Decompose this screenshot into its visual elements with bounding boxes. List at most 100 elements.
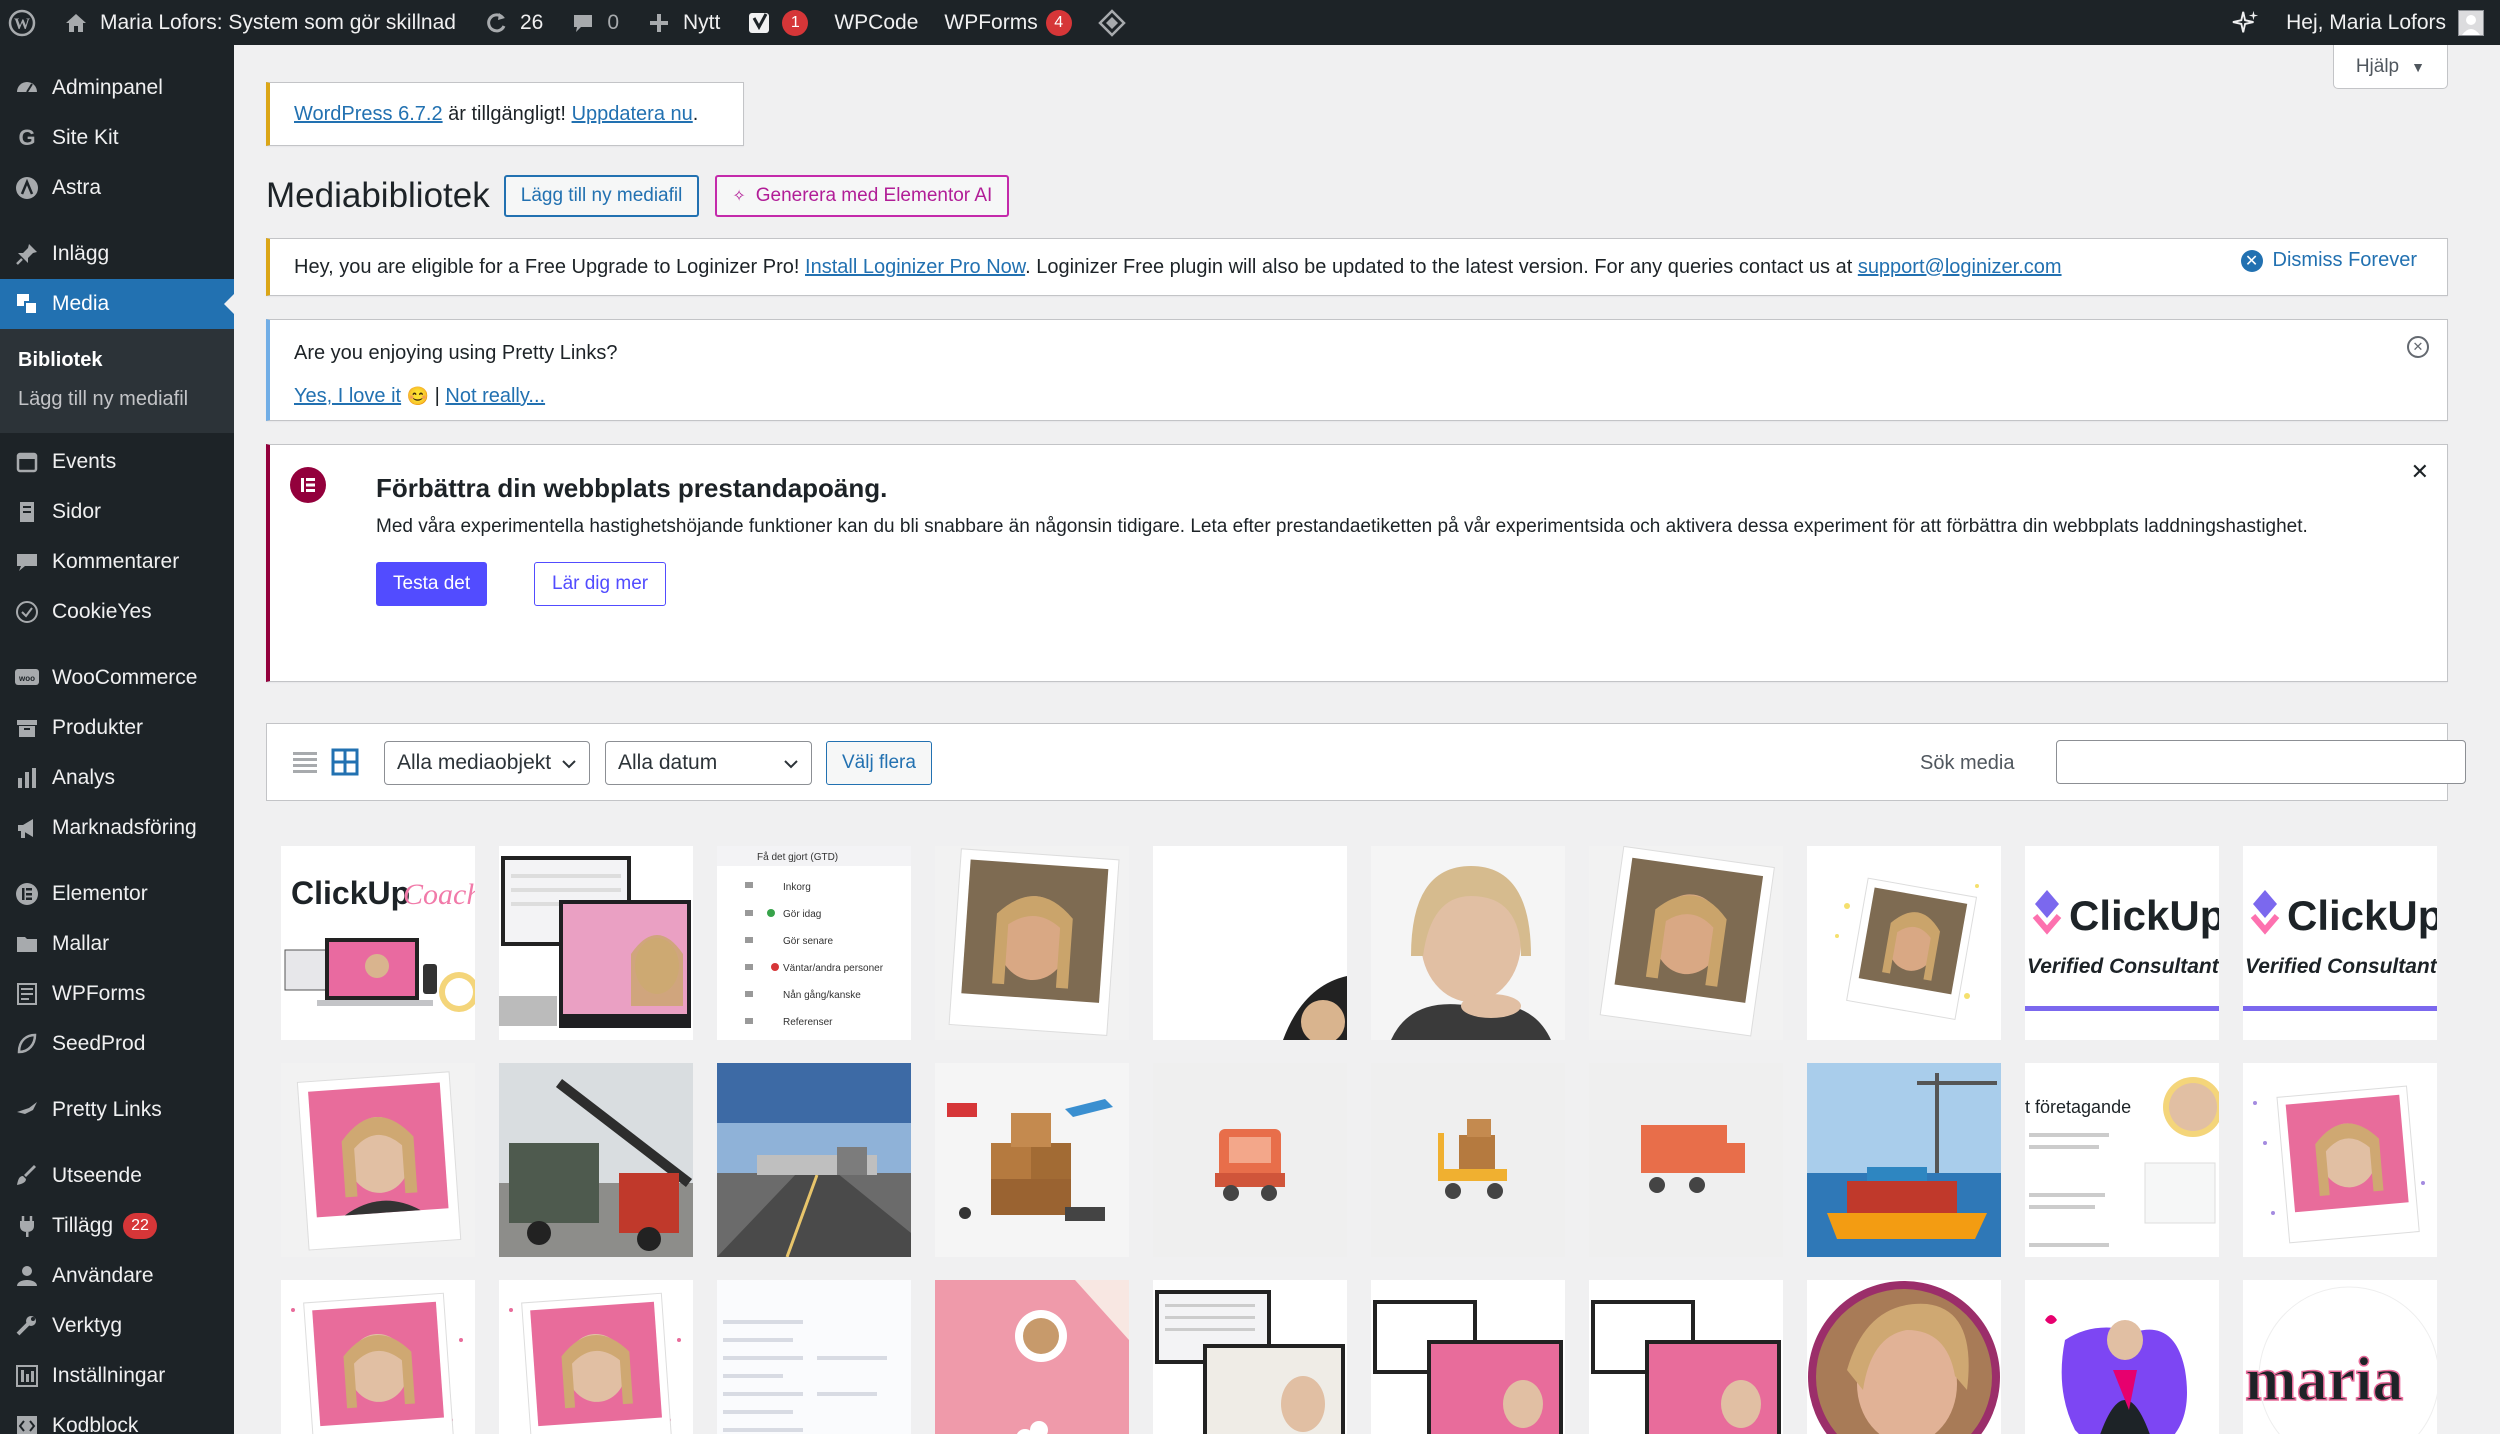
wp-logo-menu[interactable]: W bbox=[0, 0, 49, 45]
sidebar-item-kommentarer[interactable]: Kommentarer bbox=[0, 537, 234, 587]
sidebar-item-installningar[interactable]: Inställningar bbox=[0, 1351, 234, 1401]
media-item[interactable] bbox=[1371, 1280, 1565, 1434]
media-item[interactable] bbox=[717, 1063, 911, 1257]
sidebar-item-elementor[interactable]: Elementor bbox=[0, 869, 234, 919]
media-item[interactable] bbox=[499, 1280, 693, 1434]
sidebar-item-astra[interactable]: Astra bbox=[0, 163, 234, 213]
google-g-icon: G bbox=[18, 125, 36, 150]
media-item[interactable] bbox=[1589, 1280, 1783, 1434]
try-it-button[interactable]: Testa det bbox=[376, 562, 488, 606]
svg-text:W: W bbox=[14, 16, 30, 33]
not-really-link[interactable]: Not really... bbox=[445, 385, 545, 407]
media-item[interactable] bbox=[1589, 1063, 1783, 1257]
comments-menu[interactable]: 0 bbox=[556, 0, 632, 45]
search-media-input[interactable] bbox=[2056, 740, 2466, 784]
close-icon[interactable]: ✕ bbox=[2411, 459, 2429, 485]
media-item[interactable]: ClickUp Verified Consultant bbox=[2243, 846, 2437, 1040]
media-item[interactable] bbox=[1153, 1280, 1347, 1434]
add-media-button[interactable]: Lägg till ny mediafil bbox=[503, 175, 700, 217]
sidebar-item-marknadsforing[interactable]: Marknadsföring bbox=[0, 803, 234, 853]
close-notice-icon[interactable]: ✕ bbox=[2407, 336, 2429, 358]
media-item[interactable] bbox=[1807, 1063, 2001, 1257]
diamond-menu[interactable] bbox=[1085, 0, 1139, 45]
sidebar-item-label: Astra bbox=[52, 176, 102, 199]
install-loginizer-link[interactable]: Install Loginizer Pro Now bbox=[805, 256, 1025, 278]
media-item[interactable] bbox=[1153, 1063, 1347, 1257]
my-account-menu[interactable]: Hej, Maria Lofors bbox=[2273, 0, 2500, 45]
sidebar-item-inlagg[interactable]: Inlägg bbox=[0, 229, 234, 279]
sidebar-item-tillagg[interactable]: Tillägg 22 bbox=[0, 1201, 234, 1251]
date-select[interactable]: Alla datum bbox=[605, 741, 812, 785]
sidebar-item-woocommerce[interactable]: woo WooCommerce bbox=[0, 653, 234, 703]
media-item[interactable] bbox=[281, 1063, 475, 1257]
sidebar-item-utseende[interactable]: Utseende bbox=[0, 1151, 234, 1201]
media-item[interactable] bbox=[717, 1280, 911, 1434]
updates-menu[interactable]: 26 bbox=[469, 0, 556, 45]
update-now-link[interactable]: Uppdatera nu bbox=[572, 103, 693, 125]
sidebar-item-label: Marknadsföring bbox=[52, 816, 197, 839]
help-tab-button[interactable]: Hjälp ▼ bbox=[2332, 45, 2448, 89]
code-icon bbox=[14, 1413, 40, 1434]
media-item[interactable]: Få det gjort (GTD) Inkorg Gör idag Gör s… bbox=[717, 846, 911, 1040]
media-item[interactable] bbox=[935, 846, 1129, 1040]
grid-view-icon[interactable] bbox=[331, 748, 359, 781]
sidebar-item-wpforms[interactable]: WPForms bbox=[0, 969, 234, 1019]
list-view-icon[interactable] bbox=[291, 748, 319, 781]
gtd-row: Nån gång/kanske bbox=[783, 989, 861, 1001]
media-item[interactable]: ClickUp Coach bbox=[281, 846, 475, 1040]
media-item[interactable] bbox=[1807, 1280, 2001, 1434]
sidebar-item-adminpanel[interactable]: Adminpanel bbox=[0, 63, 234, 113]
site-name-menu[interactable]: Maria Lofors: System som gör skillnad bbox=[49, 0, 469, 45]
media-item[interactable] bbox=[2025, 1280, 2219, 1434]
media-item[interactable] bbox=[1807, 846, 2001, 1040]
media-item[interactable] bbox=[1153, 846, 1347, 1040]
cookie-icon bbox=[14, 599, 40, 625]
media-item[interactable] bbox=[1589, 846, 1783, 1040]
new-content-menu[interactable]: Nytt bbox=[632, 0, 733, 45]
sidebar-item-kodblock[interactable]: Kodblock bbox=[0, 1401, 234, 1434]
media-item[interactable] bbox=[499, 846, 693, 1040]
sidebar-item-events[interactable]: Events bbox=[0, 437, 234, 487]
select-multiple-button[interactable]: Välj flera bbox=[826, 741, 932, 785]
wpforms-menu[interactable]: WPForms 4 bbox=[931, 0, 1084, 45]
media-item[interactable] bbox=[935, 1063, 1129, 1257]
sidebar-item-media[interactable]: Media bbox=[0, 279, 234, 329]
sidebar-item-sitekit[interactable]: G Site Kit bbox=[0, 113, 234, 163]
media-item[interactable] bbox=[281, 1280, 475, 1434]
wpcode-menu[interactable]: WPCode bbox=[821, 0, 931, 45]
clickup-wordmark: ClickUp bbox=[291, 875, 410, 911]
submenu-bibliotek[interactable]: Bibliotek bbox=[0, 341, 234, 380]
love-it-link[interactable]: Yes, I love it bbox=[294, 385, 401, 407]
dismiss-label: Dismiss Forever bbox=[2272, 249, 2417, 271]
media-item[interactable] bbox=[1371, 846, 1565, 1040]
sidebar-item-anvandare[interactable]: Användare bbox=[0, 1251, 234, 1301]
media-item[interactable]: ClickUp Verified Consultant bbox=[2025, 846, 2219, 1040]
sidebar-item-analys[interactable]: Analys bbox=[0, 753, 234, 803]
learn-more-button[interactable]: Lär dig mer bbox=[534, 562, 667, 606]
sidebar-item-label: CookieYes bbox=[52, 600, 152, 623]
media-item[interactable]: t företagande bbox=[2025, 1063, 2219, 1257]
submenu-add-new[interactable]: Lägg till ny mediafil bbox=[0, 380, 234, 419]
sidebar-item-mallar[interactable]: Mallar bbox=[0, 919, 234, 969]
wp-version-link[interactable]: WordPress 6.7.2 bbox=[294, 103, 443, 125]
sidebar-item-cookieyes[interactable]: CookieYes bbox=[0, 587, 234, 637]
sidebar-item-verktyg[interactable]: Verktyg bbox=[0, 1301, 234, 1351]
sidebar-item-pretty-links[interactable]: Pretty Links bbox=[0, 1085, 234, 1135]
media-item[interactable] bbox=[935, 1280, 1129, 1434]
media-item[interactable] bbox=[2243, 1063, 2437, 1257]
sidebar-item-label: Användare bbox=[52, 1264, 154, 1287]
sidebar-item-sidor[interactable]: Sidor bbox=[0, 487, 234, 537]
media-item[interactable] bbox=[499, 1063, 693, 1257]
loginizer-email-link[interactable]: support@loginizer.com bbox=[1858, 256, 2062, 278]
elementor-ai-button[interactable]: ✧ Generera med Elementor AI bbox=[715, 175, 1010, 217]
media-item[interactable] bbox=[1371, 1063, 1565, 1257]
media-type-select[interactable]: Alla mediaobjekt bbox=[384, 741, 590, 785]
sidebar-item-seedprod[interactable]: SeedProd bbox=[0, 1019, 234, 1069]
sidebar-item-label: Utseende bbox=[52, 1164, 142, 1187]
dismiss-forever-button[interactable]: ✕ Dismiss Forever bbox=[2240, 249, 2417, 272]
media-item[interactable]: maria bbox=[2243, 1280, 2437, 1434]
ai-sparkle-menu[interactable] bbox=[2219, 0, 2273, 45]
coach-wordmark: Coach bbox=[403, 878, 475, 911]
yoast-menu[interactable]: 1 bbox=[733, 0, 821, 45]
sidebar-item-produkter[interactable]: Produkter bbox=[0, 703, 234, 753]
